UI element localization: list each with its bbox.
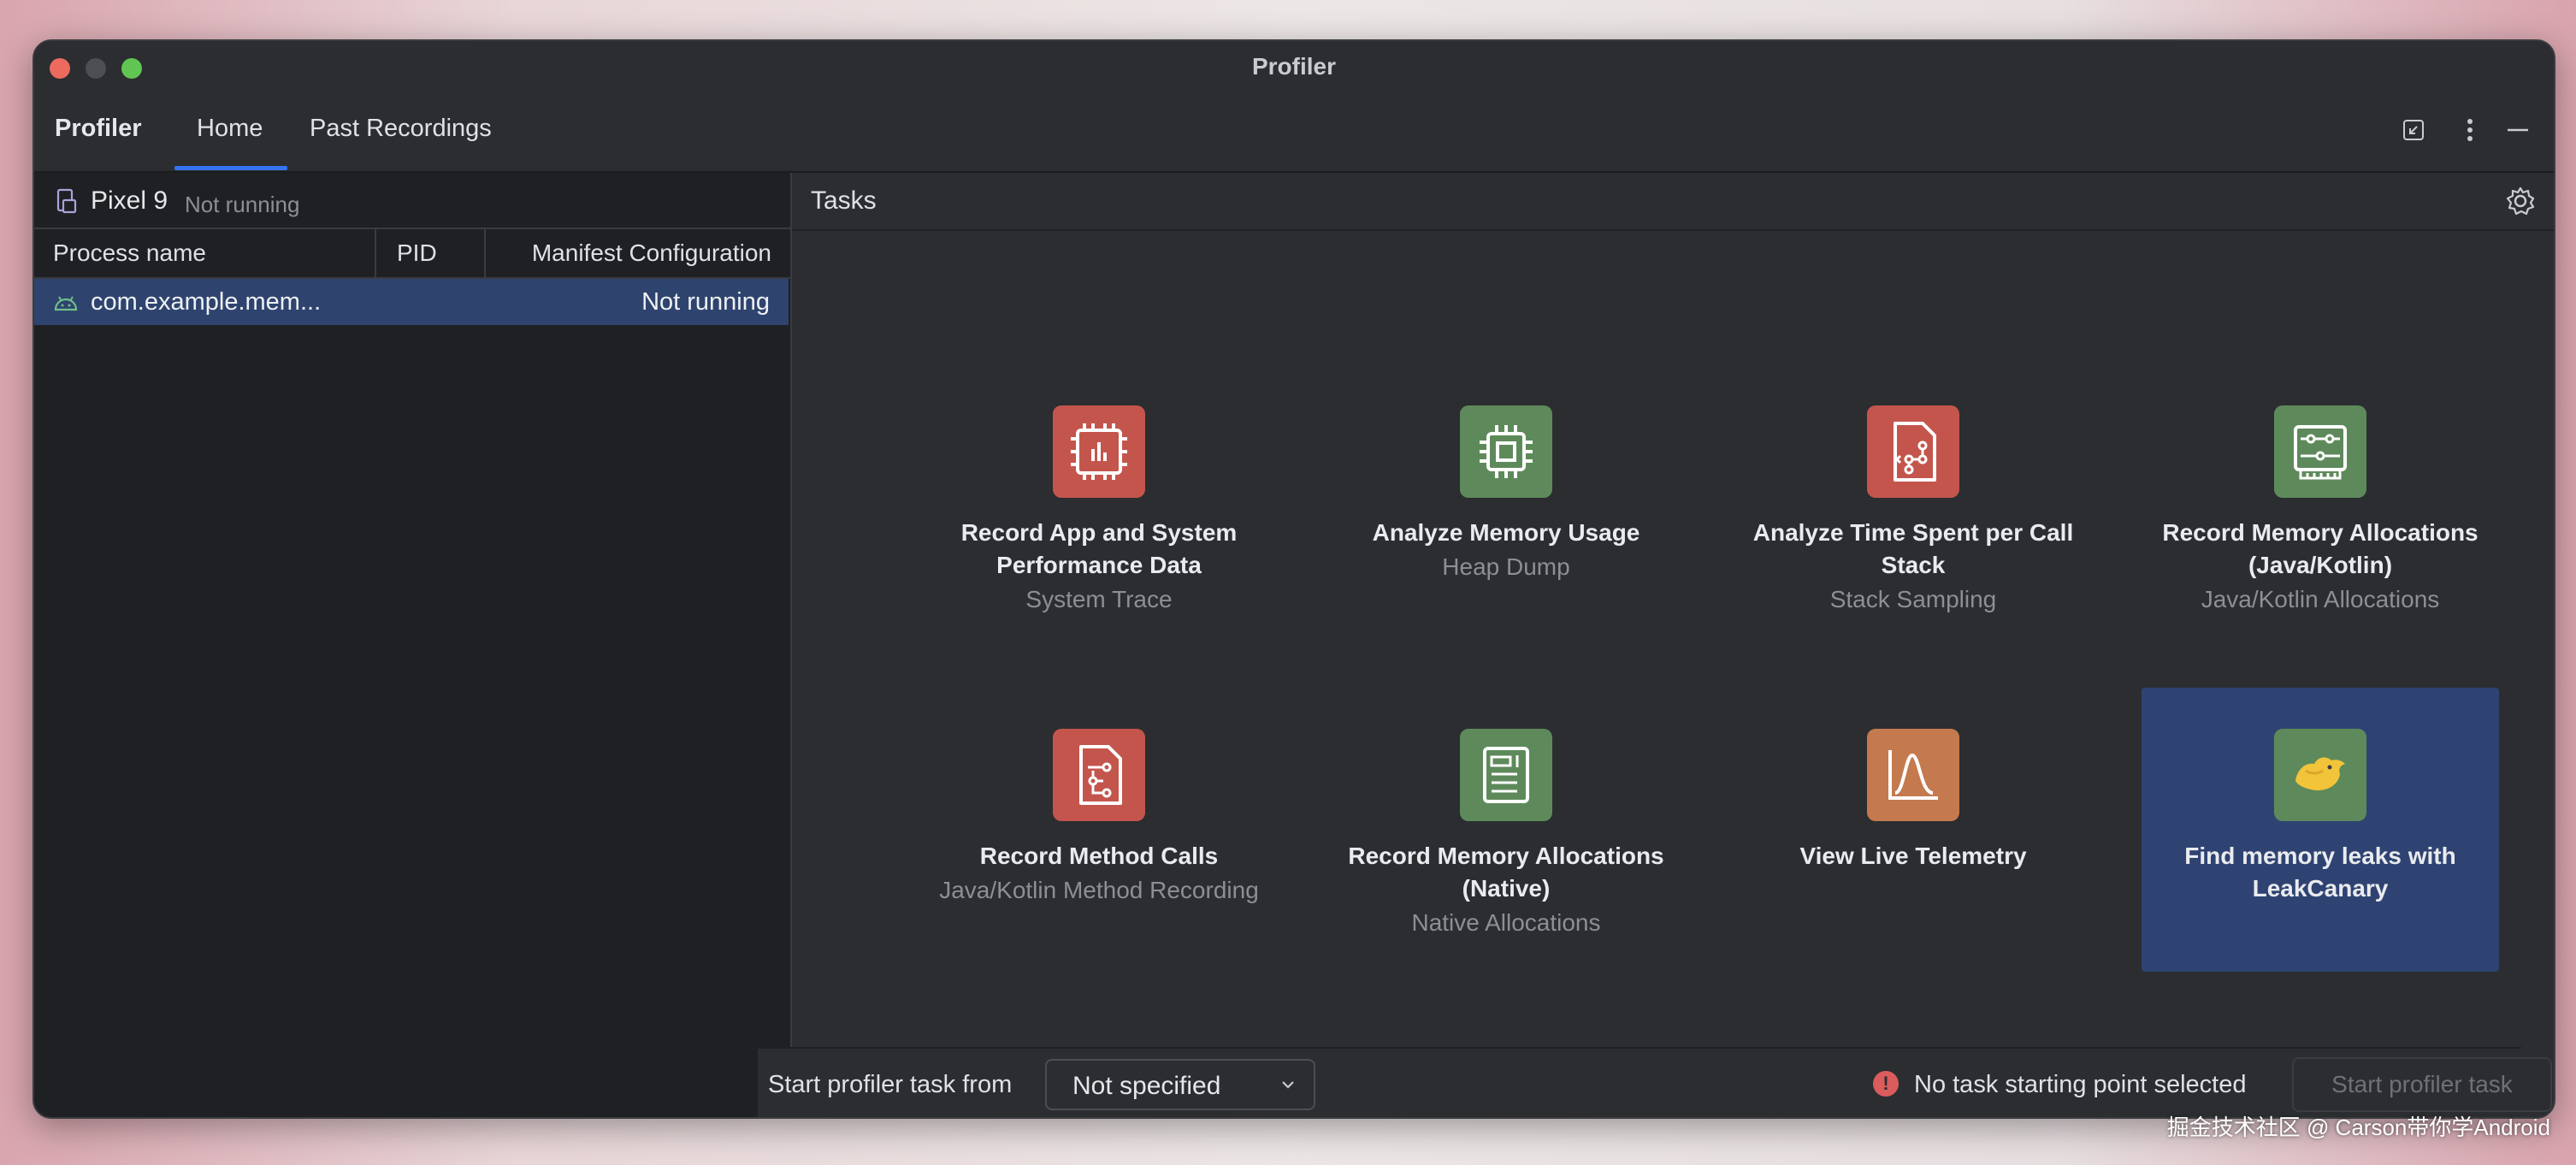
- profiler-window: Profiler Profiler Home Past Recordings P…: [32, 39, 2555, 1119]
- task-subtitle: System Trace: [1025, 586, 1173, 612]
- column-pid[interactable]: PID: [397, 240, 437, 267]
- device-selector[interactable]: Pixel 9 Not running: [34, 173, 790, 229]
- leakcanary-icon: [2274, 729, 2366, 821]
- warning-text: No task starting point selected: [1914, 1071, 2247, 1098]
- stack-sampling-icon: [1867, 405, 1959, 498]
- task-card-system-trace[interactable]: Record App and System Performance Data S…: [920, 364, 1278, 648]
- start-task-select[interactable]: Not specified: [1045, 1059, 1315, 1110]
- gear-icon[interactable]: [2504, 185, 2537, 217]
- task-title: Find memory leaks with LeakCanary: [2184, 843, 2456, 902]
- task-card-live-telemetry[interactable]: View Live Telemetry: [1734, 688, 2092, 972]
- tool-window-name: Profiler: [55, 115, 142, 142]
- android-icon: [54, 296, 78, 311]
- tab-home[interactable]: Home: [197, 115, 263, 143]
- task-footer-bar: Start profiler task from Not specified !…: [758, 1047, 2552, 1117]
- tool-tab-bar: Profiler Home Past Recordings: [34, 92, 2554, 173]
- device-status: Not running: [185, 192, 300, 217]
- task-card-method-recording[interactable]: Record Method Calls Java/Kotlin Method R…: [920, 688, 1278, 972]
- title-bar: Profiler: [34, 41, 2554, 92]
- heap-dump-icon: [1460, 405, 1552, 498]
- column-divider[interactable]: [484, 229, 486, 277]
- task-subtitle: Stack Sampling: [1829, 586, 1997, 612]
- start-profiler-task-button[interactable]: Start profiler task: [2292, 1057, 2552, 1112]
- watermark: 掘金技术社区 @ Carson带你学Android: [2166, 1115, 2550, 1140]
- table-row[interactable]: com.example.mem... Not running: [34, 279, 789, 325]
- start-task-label: Start profiler task from: [768, 1071, 1013, 1098]
- device-process-panel: Pixel 9 Not running Process name PID Man…: [34, 173, 792, 1117]
- method-recording-icon: [1053, 729, 1145, 821]
- restore-icon[interactable]: [2396, 113, 2431, 147]
- tasks-header: Tasks: [792, 173, 2554, 231]
- system-trace-icon: [1053, 405, 1145, 498]
- start-task-select-value: Not specified: [1072, 1072, 1221, 1100]
- task-card-stack-sampling[interactable]: Analyze Time Spent per Call Stack Stack …: [1734, 364, 2092, 648]
- column-divider[interactable]: [375, 229, 376, 277]
- selected-tab-indicator: [174, 166, 287, 170]
- tasks-panel: Tasks Record App and System Performance …: [792, 173, 2554, 1117]
- task-card-leakcanary[interactable]: Find memory leaks with LeakCanary: [2142, 688, 2499, 972]
- process-status: Not running: [641, 288, 770, 316]
- warning-icon: !: [1873, 1071, 1899, 1097]
- live-telemetry-icon: [1867, 729, 1959, 821]
- more-options-icon[interactable]: [2453, 113, 2487, 147]
- hide-panel-icon[interactable]: [2501, 113, 2535, 147]
- task-subtitle: Java/Kotlin Method Recording: [939, 877, 1259, 903]
- task-title: Record Memory Allocations (Java/Kotlin): [2162, 519, 2479, 578]
- task-card-native-allocations[interactable]: Record Memory Allocations (Native) Nativ…: [1327, 688, 1685, 972]
- chevron-down-icon: [1282, 1081, 1294, 1089]
- task-title: Record Memory Allocations (Native): [1348, 843, 1664, 902]
- task-title: View Live Telemetry: [1799, 843, 2027, 869]
- column-manifest-configuration[interactable]: Manifest Configuration: [532, 240, 771, 267]
- task-subtitle: Heap Dump: [1442, 553, 1570, 580]
- window-title: Profiler: [1251, 53, 1337, 80]
- device-icon: [56, 188, 77, 214]
- process-name: com.example.mem...: [91, 288, 322, 316]
- process-table-header: Process name PID Manifest Configuration: [34, 229, 790, 279]
- task-card-java-allocations[interactable]: Record Memory Allocations (Java/Kotlin) …: [2142, 364, 2499, 648]
- java-allocations-icon: [2274, 405, 2366, 498]
- native-allocations-icon: [1460, 729, 1552, 821]
- task-title: Record Method Calls: [979, 843, 1219, 869]
- task-subtitle: Java/Kotlin Allocations: [2201, 586, 2440, 612]
- tab-past-recordings[interactable]: Past Recordings: [310, 115, 492, 143]
- task-title: Record App and System Performance Data: [960, 519, 1238, 578]
- task-card-heap-dump[interactable]: Analyze Memory Usage Heap Dump: [1327, 364, 1685, 648]
- column-process-name[interactable]: Process name: [53, 240, 206, 267]
- task-title: Analyze Memory Usage: [1372, 519, 1640, 546]
- device-name: Pixel 9: [91, 186, 168, 215]
- task-title: Analyze Time Spent per Call Stack: [1752, 519, 2074, 578]
- tasks-label: Tasks: [811, 186, 877, 215]
- task-subtitle: Native Allocations: [1411, 909, 1601, 936]
